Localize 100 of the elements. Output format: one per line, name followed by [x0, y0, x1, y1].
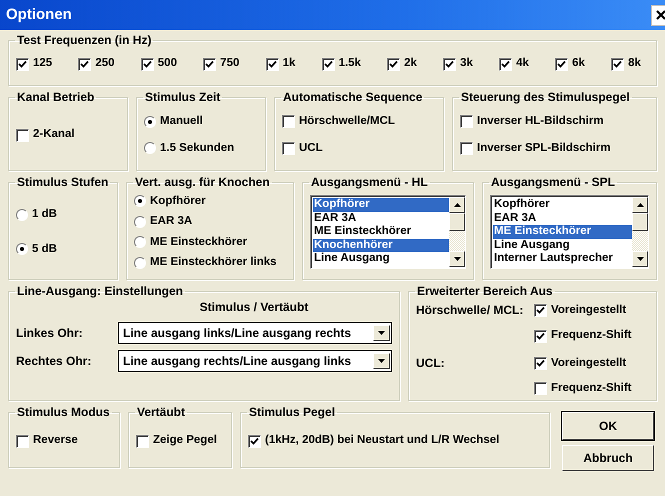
- scroll-thumb[interactable]: [449, 213, 465, 232]
- checkbox[interactable]: [16, 58, 29, 71]
- scroll-down-button[interactable]: [632, 251, 648, 268]
- group-title: Stimulus Stufen: [16, 176, 110, 190]
- checkbox-label: 6k: [572, 56, 585, 72]
- group-title: Vertäubt: [136, 406, 186, 420]
- dialog-button[interactable]: Abbruch: [562, 445, 654, 471]
- group-title: Vert. ausg. für Knochen: [134, 176, 271, 190]
- group-title: Stimulus Modus: [16, 406, 111, 420]
- checkbox-label: Inverser SPL-Bildschirm: [477, 140, 611, 156]
- checkbox[interactable]: [534, 356, 547, 370]
- checkbox-label: 250: [95, 56, 115, 72]
- list-item[interactable]: Knochenhörer: [313, 238, 449, 252]
- checkbox-label: Reverse: [33, 433, 78, 448]
- listbox[interactable]: Kopfhörer EAR 3A ME Einsteckhörer Line Ausgang Interner Lautsprecher: [490, 195, 649, 270]
- checkbox[interactable]: [248, 434, 261, 448]
- dropdown-field[interactable]: Line ausgang links/Line ausgang rechts: [118, 322, 392, 344]
- dropdown-button[interactable]: [373, 325, 390, 342]
- radio-button[interactable]: [134, 257, 146, 269]
- checkbox-label: 2k: [404, 56, 417, 72]
- checkbox[interactable]: [322, 58, 335, 71]
- field-label: Linkes Ohr:: [16, 325, 84, 342]
- radio-button[interactable]: [134, 236, 146, 248]
- list-item[interactable]: Kopfhörer: [313, 198, 449, 212]
- dialog-button[interactable]: OK: [562, 412, 654, 440]
- checkbox[interactable]: [387, 58, 400, 71]
- checkbox[interactable]: [140, 58, 154, 71]
- checkbox-label: 750: [220, 56, 240, 72]
- checkbox-label: Frequenz-Shift: [551, 380, 632, 396]
- checkbox[interactable]: [282, 142, 295, 155]
- list-item[interactable]: Line Ausgang: [493, 238, 632, 252]
- checkbox-label: 4k: [516, 56, 529, 72]
- radio-button[interactable]: [134, 216, 146, 228]
- scroll-thumb[interactable]: [632, 213, 648, 232]
- checkbox-label: Inverser HL-Bildschirm: [477, 114, 604, 130]
- checkbox[interactable]: [443, 58, 456, 71]
- checkbox[interactable]: [555, 58, 568, 71]
- caret-down-icon: [378, 359, 385, 364]
- field-label: Rechtes Ohr:: [16, 353, 92, 370]
- dropdown-button[interactable]: [373, 353, 390, 370]
- checkbox[interactable]: [282, 115, 295, 128]
- checkbox-label: Zeige Pegel: [153, 433, 217, 448]
- checkbox-label: 8k: [628, 56, 641, 72]
- radio-label: Manuell: [160, 114, 203, 130]
- scroll-up-button[interactable]: [632, 197, 648, 214]
- checkbox-label: 125: [33, 56, 52, 72]
- radio-button[interactable]: [134, 195, 146, 208]
- checkbox[interactable]: [136, 434, 149, 448]
- list-item[interactable]: Interner Lautsprecher: [493, 252, 632, 266]
- checkbox-label: 3k: [460, 56, 473, 72]
- checkbox[interactable]: [534, 304, 547, 318]
- group-title: Stimulus Pegel: [248, 406, 336, 420]
- radio-button[interactable]: [144, 142, 156, 154]
- scroll-up-button[interactable]: [449, 197, 465, 214]
- radio-label: 1.5 Sekunden: [160, 140, 234, 156]
- listbox[interactable]: Kopfhörer EAR 3A ME Einsteckhörer Knochenhörer Line Ausgang: [310, 195, 466, 270]
- list-item[interactable]: ME Einsteckhörer: [493, 225, 632, 239]
- close-icon: [656, 10, 665, 20]
- group-title: Erweiterter Bereich Aus: [416, 285, 554, 298]
- scroll-down-button[interactable]: [449, 251, 465, 268]
- caret-up-icon: [454, 203, 460, 208]
- group-title: Steuerung des Stimuluspegel: [460, 91, 631, 104]
- group-title: Stimulus Zeit: [144, 91, 222, 104]
- checkbox[interactable]: [16, 128, 29, 142]
- list-item[interactable]: ME Einsteckhörer: [313, 225, 449, 239]
- radio-label: 1 dB: [32, 207, 57, 222]
- checkbox[interactable]: [534, 382, 547, 396]
- checkbox-label: Hörschwelle/MCL: [299, 114, 395, 130]
- checkbox[interactable]: [611, 58, 624, 71]
- group-title: Kanal Betrieb: [16, 91, 96, 104]
- list-item[interactable]: Kopfhörer: [493, 198, 632, 212]
- dropdown-field[interactable]: Line ausgang rechts/Line ausgang links: [118, 350, 392, 372]
- checkbox[interactable]: [499, 58, 512, 71]
- checkbox[interactable]: [203, 58, 216, 71]
- checkbox[interactable]: [460, 142, 473, 155]
- radio-label: 5 dB: [32, 242, 57, 257]
- checkbox-label: 1k: [282, 56, 296, 72]
- list-item[interactable]: Line Ausgang: [313, 252, 449, 266]
- checkbox-label: Frequenz-Shift: [551, 328, 632, 344]
- radio-button[interactable]: [144, 116, 156, 128]
- caret-down-icon: [636, 257, 644, 262]
- group-title: Ausgangsmenü - SPL: [490, 176, 616, 190]
- radio-button[interactable]: [16, 243, 28, 256]
- field-label: Hörschwelle/ MCL:: [416, 302, 524, 320]
- checkbox[interactable]: [266, 58, 279, 71]
- radio-label: Kopfhörer: [150, 194, 206, 209]
- radio-label: EAR 3A: [150, 214, 192, 230]
- radio-button[interactable]: [16, 208, 28, 221]
- field-label: UCL:: [416, 354, 446, 372]
- checkbox[interactable]: [78, 58, 92, 71]
- checkbox[interactable]: [460, 115, 473, 128]
- radio-label: ME Einsteckhörer links: [150, 255, 277, 270]
- group-title: Automatische Sequence: [282, 91, 424, 104]
- checkbox[interactable]: [534, 330, 547, 343]
- checkbox-label: 2-Kanal: [33, 127, 75, 142]
- checkbox-label: Voreingestellt: [551, 356, 626, 371]
- checkbox[interactable]: [16, 434, 29, 448]
- group-title: Test Frequenzen (in Hz): [16, 34, 152, 48]
- list-item[interactable]: EAR 3A: [493, 212, 632, 226]
- list-item[interactable]: EAR 3A: [313, 212, 449, 226]
